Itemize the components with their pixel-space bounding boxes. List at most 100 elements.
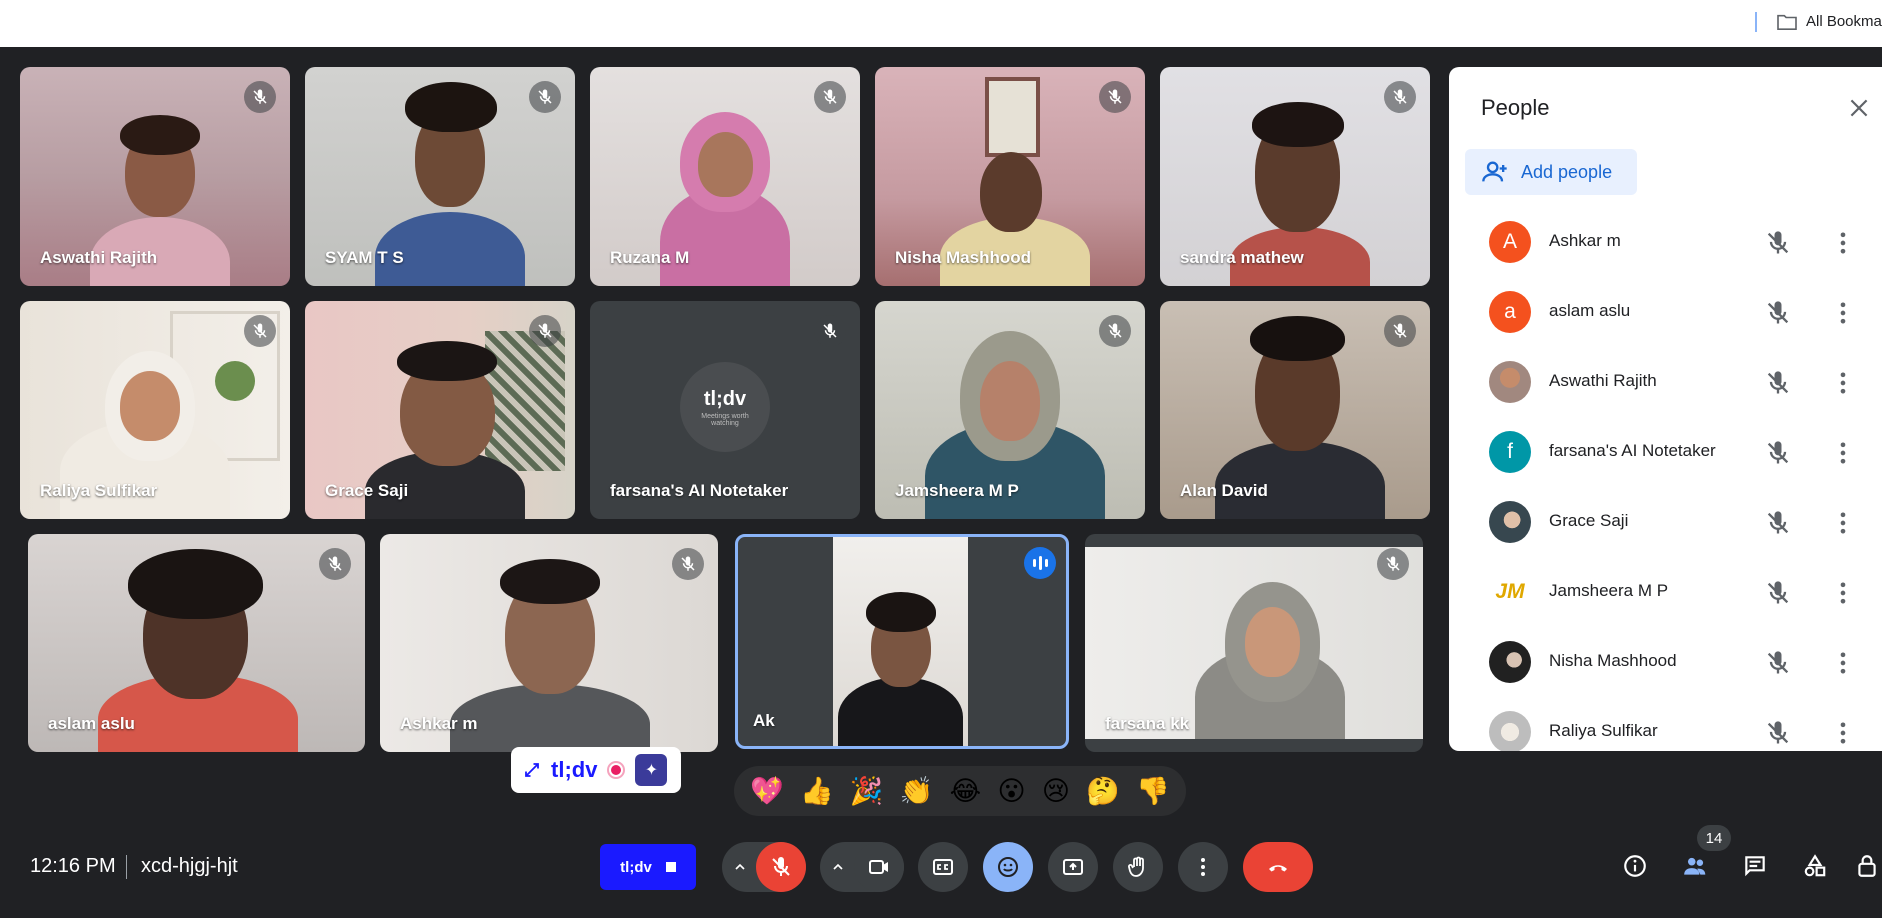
ai-sparkle-icon[interactable]: ✦ <box>635 754 668 786</box>
all-bookmarks-link[interactable]: All Bookma <box>1806 13 1882 30</box>
leave-call-button[interactable] <box>1243 842 1313 892</box>
video-tile[interactable]: Aswathi Rajith <box>20 67 290 286</box>
tldv-widget[interactable]: tl;dv ✦ <box>511 747 681 793</box>
participant-list: A Ashkar m a aslam aslu Aswathi Rajith f… <box>1449 207 1882 751</box>
participant-row[interactable]: Raliya Sulfikar <box>1449 697 1882 751</box>
reaction-clapping[interactable]: 👏 <box>900 775 934 807</box>
chat-button[interactable] <box>1737 848 1773 884</box>
expand-icon[interactable] <box>523 761 541 779</box>
participant-row-name: Nisha Mashhood <box>1549 651 1677 670</box>
more-vert-icon[interactable] <box>1829 509 1857 537</box>
participant-name: aslam aslu <box>48 714 135 733</box>
participant-name: farsana kk <box>1105 714 1190 733</box>
reactions-button[interactable] <box>983 842 1033 892</box>
muted-mic-icon[interactable] <box>1764 719 1792 747</box>
participant-name: Ak <box>753 711 775 730</box>
emoji-icon <box>998 857 1018 877</box>
more-vert-icon <box>1201 858 1205 876</box>
muted-mic-icon[interactable] <box>1764 229 1792 257</box>
more-vert-icon[interactable] <box>1829 299 1857 327</box>
host-controls-button[interactable] <box>1852 848 1882 884</box>
meeting-details-button[interactable] <box>1617 848 1653 884</box>
more-vert-icon[interactable] <box>1829 719 1857 747</box>
camera-group <box>820 842 904 892</box>
tldv-record-button[interactable]: tl;dv <box>600 844 696 890</box>
reaction-crying[interactable]: 😢 <box>1042 776 1070 807</box>
more-vert-icon[interactable] <box>1829 229 1857 257</box>
more-vert-icon[interactable] <box>1829 649 1857 677</box>
folder-icon[interactable] <box>1776 13 1798 31</box>
muted-mic-icon <box>1099 315 1131 347</box>
activities-button[interactable] <box>1797 848 1833 884</box>
present-button[interactable] <box>1048 842 1098 892</box>
participant-row-name: Aswathi Rajith <box>1549 371 1657 390</box>
muted-mic-icon[interactable] <box>1764 369 1792 397</box>
muted-mic-icon <box>529 81 561 113</box>
reaction-sparkling-heart[interactable]: 💖 <box>750 775 784 807</box>
add-people-label: Add people <box>1521 161 1613 182</box>
reaction-thumbs-down[interactable]: 👎 <box>1136 775 1170 807</box>
participant-row[interactable]: Grace Saji <box>1449 487 1882 557</box>
reaction-thumbs-up[interactable]: 👍 <box>800 775 834 807</box>
stop-icon <box>665 862 676 872</box>
muted-mic-icon[interactable] <box>1764 299 1792 327</box>
video-tile-active-speaker[interactable]: Ak <box>735 534 1069 749</box>
participant-row[interactable]: f farsana's AI Notetaker <box>1449 417 1882 487</box>
mic-toggle-button[interactable] <box>756 842 806 892</box>
video-tile[interactable]: Jamsheera M P <box>875 301 1145 519</box>
reaction-party-popper[interactable]: 🎉 <box>850 775 884 807</box>
video-tile[interactable]: SYAM T S <box>305 67 575 286</box>
people-icon <box>1684 857 1706 875</box>
more-vert-icon[interactable] <box>1829 369 1857 397</box>
participant-name: sandra mathew <box>1180 248 1304 267</box>
participant-row[interactable]: JM Jamsheera M P <box>1449 557 1882 627</box>
video-tile-notetaker[interactable]: tl;dv Meetings worth watching farsana's … <box>590 301 860 519</box>
participant-row-name: farsana's AI Notetaker <box>1549 441 1716 460</box>
muted-mic-icon[interactable] <box>1764 579 1792 607</box>
panel-title: People <box>1481 95 1550 120</box>
captions-button[interactable] <box>918 842 968 892</box>
reaction-thinking[interactable]: 🤔 <box>1086 775 1120 807</box>
video-tile[interactable]: aslam aslu <box>28 534 365 752</box>
reaction-laughing[interactable]: 😂 <box>950 776 982 807</box>
chevron-up-icon[interactable] <box>732 859 748 875</box>
avatar: f <box>1489 431 1531 473</box>
video-tile[interactable]: Grace Saji <box>305 301 575 519</box>
tldv-avatar-tagline: Meetings worth watching <box>701 412 749 427</box>
participant-row-name: Jamsheera M P <box>1549 581 1669 600</box>
video-tile[interactable]: Ashkar m <box>380 534 718 752</box>
avatar: JM <box>1489 571 1531 613</box>
video-tile[interactable]: sandra mathew <box>1160 67 1430 286</box>
chat-icon <box>1745 856 1765 877</box>
muted-mic-icon <box>319 548 351 580</box>
camera-toggle-button[interactable] <box>854 842 904 892</box>
participant-row[interactable]: Nisha Mashhood <box>1449 627 1882 697</box>
reaction-surprised[interactable]: 😮 <box>997 776 1025 807</box>
video-tile[interactable]: Raliya Sulfikar <box>20 301 290 519</box>
chevron-up-icon[interactable] <box>830 859 846 875</box>
more-options-button[interactable] <box>1178 842 1228 892</box>
people-button[interactable] <box>1677 848 1713 884</box>
video-tile[interactable]: farsana kk <box>1085 534 1423 752</box>
video-tile[interactable]: Ruzana M <box>590 67 860 286</box>
more-vert-icon[interactable] <box>1829 439 1857 467</box>
avatar <box>1489 711 1531 751</box>
reactions-bar: 💖 👍 🎉 👏 😂 😮 😢 🤔 👎 <box>734 766 1186 816</box>
raise-hand-button[interactable] <box>1113 842 1163 892</box>
bookmark-bar: All Bookma <box>0 0 1882 47</box>
more-vert-icon[interactable] <box>1829 579 1857 607</box>
close-icon[interactable] <box>1846 95 1872 121</box>
participant-row[interactable]: Aswathi Rajith <box>1449 347 1882 417</box>
muted-mic-icon[interactable] <box>1764 439 1792 467</box>
participant-name: Alan David <box>1180 481 1268 500</box>
video-tile[interactable]: Alan David <box>1160 301 1430 519</box>
video-tile[interactable]: Nisha Mashhood <box>875 67 1145 286</box>
muted-mic-icon[interactable] <box>1764 509 1792 537</box>
add-people-button[interactable]: Add people <box>1465 149 1637 195</box>
tldv-avatar: tl;dv Meetings worth watching <box>680 362 770 452</box>
participant-name: Aswathi Rajith <box>40 248 158 267</box>
participant-name: farsana's AI Notetaker <box>610 481 789 500</box>
participant-row[interactable]: A Ashkar m <box>1449 207 1882 277</box>
muted-mic-icon[interactable] <box>1764 649 1792 677</box>
participant-row[interactable]: a aslam aslu <box>1449 277 1882 347</box>
